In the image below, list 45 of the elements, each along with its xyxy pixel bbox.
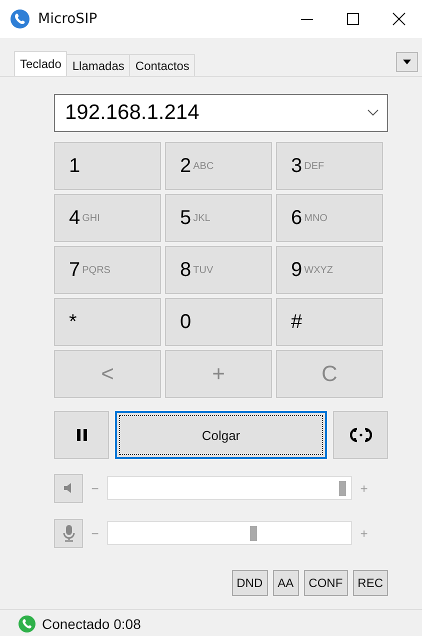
toggle-button[interactable]: DND xyxy=(232,570,268,596)
transfer-button[interactable] xyxy=(333,411,388,459)
address-field[interactable]: 192.168.1.214 xyxy=(54,94,388,132)
close-icon xyxy=(392,12,406,26)
triangle-down-icon xyxy=(403,59,411,65)
tab[interactable]: Teclado xyxy=(14,51,68,76)
maximize-icon xyxy=(346,12,360,26)
speaker-button[interactable] xyxy=(54,474,83,502)
handsets-icon xyxy=(350,427,372,443)
plus-label: + xyxy=(359,480,369,496)
keypad-key[interactable]: 7 PQRS xyxy=(54,246,161,294)
minus-label: − xyxy=(90,526,100,540)
keypad-key[interactable]: 6 MNO xyxy=(276,194,383,242)
keypad-key[interactable]: 0 xyxy=(165,298,272,346)
volume-slider[interactable] xyxy=(107,476,352,500)
toggle-button[interactable]: AA xyxy=(272,570,299,596)
hold-button[interactable] xyxy=(54,411,109,459)
chevron-down-icon xyxy=(367,109,379,117)
keypad-key[interactable]: # xyxy=(276,298,383,346)
keypad-key[interactable]: 8 TUV xyxy=(165,246,272,294)
minimize-icon xyxy=(301,18,313,20)
microphone-icon xyxy=(62,524,76,542)
hangup-button[interactable]: Colgar xyxy=(115,411,327,459)
toggle-button[interactable]: REC xyxy=(352,570,388,596)
keypad-key[interactable]: 4 GHI xyxy=(54,194,161,242)
window-title: MicroSIP xyxy=(38,11,98,27)
phone-logo-icon xyxy=(10,9,30,29)
keypad-key[interactable]: 3 DEF xyxy=(276,142,383,190)
tab[interactable]: Contactos xyxy=(129,54,196,76)
slider-thumb[interactable] xyxy=(250,526,257,541)
keypad-key[interactable]: * xyxy=(54,298,161,346)
toggle-button[interactable]: CONF xyxy=(304,570,348,596)
keypad-key[interactable]: 5 JKL xyxy=(165,194,272,242)
pause-icon xyxy=(76,428,88,442)
microphone-button[interactable] xyxy=(54,518,83,548)
minus-label: − xyxy=(90,480,100,496)
volume-slider[interactable] xyxy=(107,521,352,545)
keypad-key[interactable]: 1 xyxy=(54,142,161,190)
slider-thumb[interactable] xyxy=(339,481,346,496)
status-phone-icon xyxy=(18,614,36,632)
dropdown-button[interactable] xyxy=(396,52,418,72)
plus-label: + xyxy=(359,526,369,540)
status-text: Conectado 0:08 xyxy=(42,616,141,632)
keypad-key[interactable]: 2 ABC xyxy=(165,142,272,190)
keypad-key[interactable]: 9 WXYZ xyxy=(276,246,383,294)
